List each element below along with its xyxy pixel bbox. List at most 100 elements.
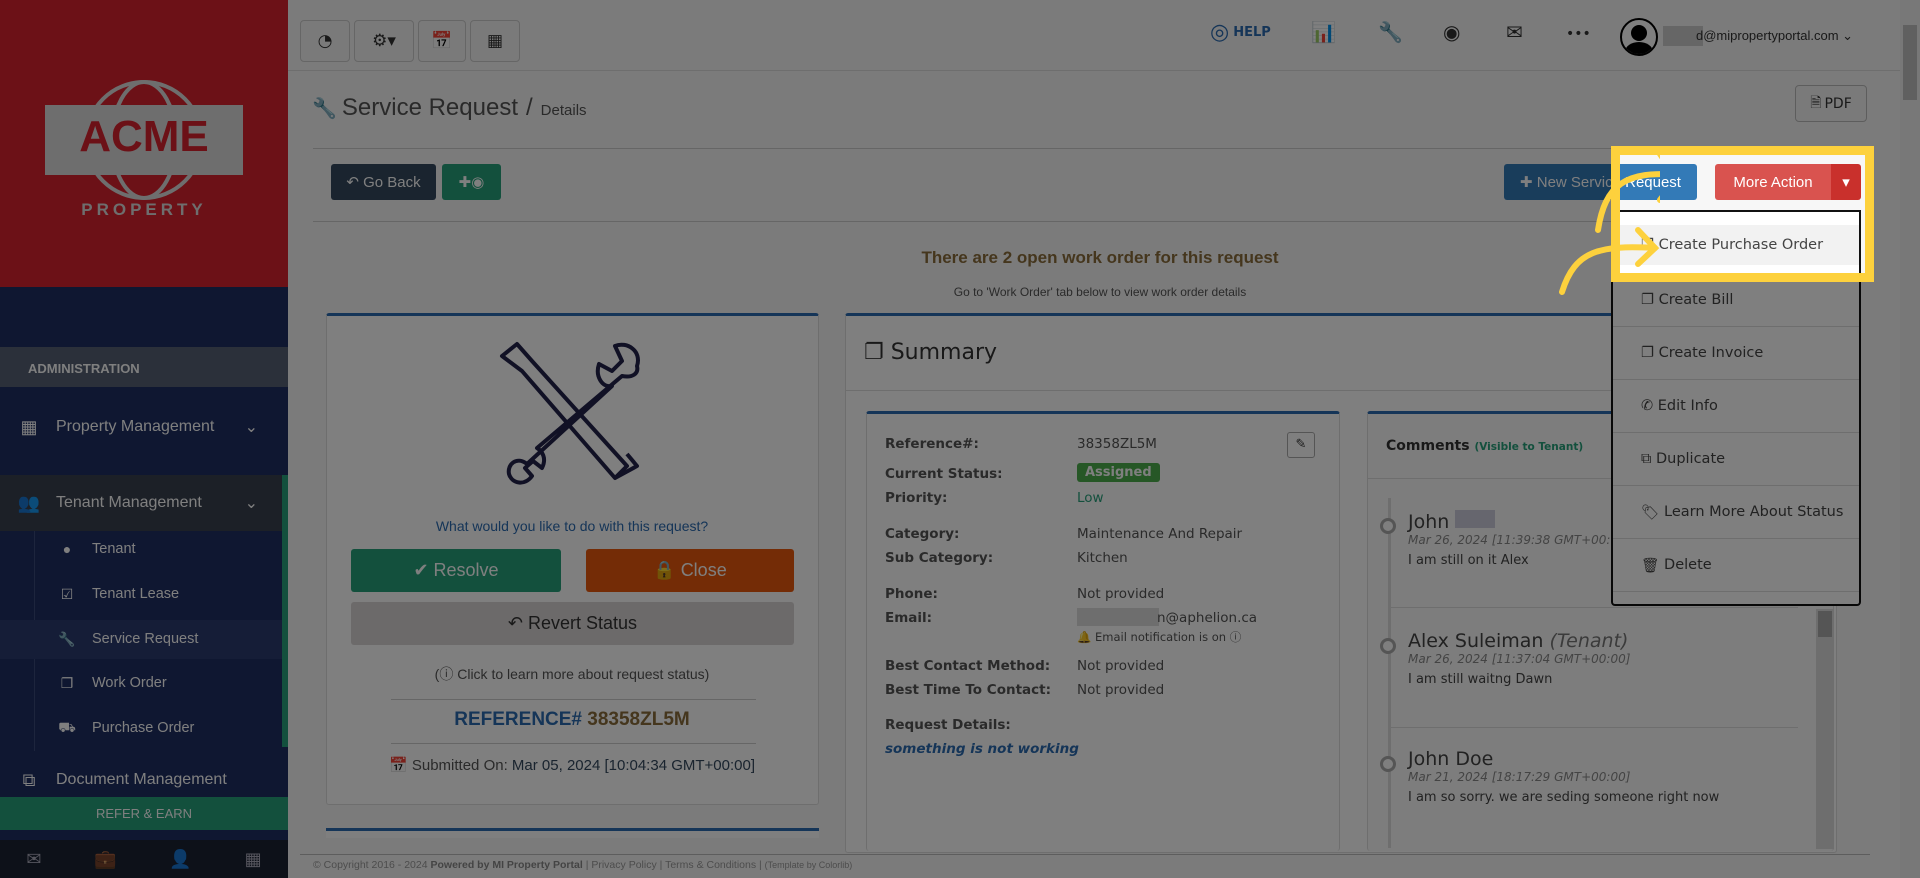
redacted-block <box>1455 510 1496 528</box>
menu-delete[interactable]: 🗑 Delete <box>1613 539 1859 592</box>
copyright: © Copyright 2016 - 2024 <box>313 859 428 871</box>
avatar[interactable] <box>1620 18 1658 56</box>
dashboard-button[interactable]: ◔ <box>300 20 350 62</box>
sidebar-item-tenant-management[interactable]: 👥 Tenant Management ⌄ <box>0 475 288 531</box>
comment-item: Alex Suleiman (Tenant) Mar 26, 2024 [11:… <box>1408 630 1630 687</box>
user-menu[interactable]: d@mipropertyportal.com ⌄ <box>1696 28 1853 44</box>
calculator-icon[interactable]: ▦ <box>245 849 262 870</box>
comment-role: (Tenant) <box>1549 630 1629 652</box>
request-details-value: something is not working <box>885 741 1079 757</box>
sidebar-item-service-request[interactable]: 🔧 Service Request <box>0 620 288 658</box>
next-panel <box>326 828 819 838</box>
add-watcher-button[interactable]: ✚◉ <box>442 164 501 200</box>
wrench-icon[interactable]: 🔧 <box>1378 20 1403 44</box>
sidebar-item-label: Property Management <box>56 418 215 435</box>
files-icon: ❐ <box>1641 345 1659 361</box>
field-value: Not provided <box>1077 658 1165 674</box>
email-note: Email notification is on <box>1094 630 1227 644</box>
calculator-button[interactable]: ▦ <box>470 20 520 62</box>
refer-earn-button[interactable]: REFER & EARN <box>0 797 288 830</box>
field-value: 38358ZL5M <box>1077 436 1157 452</box>
calendar-button[interactable]: 📅 <box>418 20 466 62</box>
sidebar-item-document-management[interactable]: ⧉ Document Management <box>0 762 288 798</box>
wrench-icon: 🔧 <box>312 98 337 120</box>
footer: © Copyright 2016 - 2024 Powered by MI Pr… <box>313 859 852 871</box>
files-icon: ❐ <box>1641 292 1659 308</box>
close-button[interactable]: 🔒 Close <box>586 549 794 592</box>
field-label: Best Time To Contact: <box>885 682 1051 698</box>
building-icon: ▦ <box>20 416 38 437</box>
comment-text: I am so sorry. we are seding someone rig… <box>1408 790 1720 805</box>
sidebar-item-property-management[interactable]: ▦ Property Management ⌄ <box>0 407 288 447</box>
user-icon[interactable]: 👤 <box>169 849 191 870</box>
bar-chart-icon[interactable]: 📊 <box>1311 20 1336 44</box>
summary-title-text: Summary <box>890 340 998 365</box>
menu-label: Edit Info <box>1657 398 1718 414</box>
info-icon: ⓘ <box>439 666 458 682</box>
info-icon[interactable]: ⓘ <box>1230 630 1242 644</box>
comment-date: Mar 21, 2024 [18:17:29 GMT+00:00] <box>1408 770 1631 784</box>
comment-date: Mar 26, 2024 [11:39:38 GMT+00:00] <box>1408 533 1631 547</box>
menu-create-invoice[interactable]: ❐ Create Invoice <box>1613 327 1859 380</box>
envelope-icon[interactable]: ✉ <box>26 849 41 870</box>
logo[interactable]: ACME PROPERTY <box>0 0 288 287</box>
resolve-button[interactable]: ✔ Resolve <box>351 549 561 592</box>
check-icon: ✔ <box>413 560 434 580</box>
menu-label: Delete <box>1664 557 1712 573</box>
comment-text: I am still on it Alex <box>1408 553 1529 568</box>
menu-learn-more-status[interactable]: 🏷 Learn More About Status <box>1613 486 1859 539</box>
revert-status-button[interactable]: ↶ Revert Status <box>351 602 794 645</box>
eye-icon[interactable]: ◉ <box>1443 20 1460 44</box>
sidebar-item-work-order[interactable]: ❐ Work Order <box>0 664 288 702</box>
phone-icon: ✆ <box>1641 398 1658 414</box>
more-action-button[interactable]: More Action <box>1715 164 1831 200</box>
sidebar-item-tenant-lease[interactable]: ☑ Tenant Lease <box>0 575 288 613</box>
briefcase-icon[interactable]: 💼 <box>94 849 116 870</box>
menu-label: Create Bill <box>1658 292 1734 308</box>
top-bar: ◔ ⚙▾ 📅 ▦ ◎ HELP 📊 🔧 ◉ ✉ ••• d@mipropertyp… <box>288 0 1900 71</box>
tag-icon: 🏷 <box>1641 504 1665 521</box>
field-label: Category: <box>885 526 960 542</box>
powered-by-link[interactable]: Powered by MI Property Portal <box>430 859 582 871</box>
pdf-label: PDF <box>1824 95 1852 112</box>
breadcrumb-separator: / <box>526 94 533 121</box>
menu-edit-info[interactable]: ✆ Edit Info <box>1613 380 1859 433</box>
sidebar-item-tenant[interactable]: ● Tenant <box>0 530 288 568</box>
menu-create-bill[interactable]: ❐ Create Bill <box>1613 274 1859 327</box>
trash-icon: 🗑 <box>1641 557 1665 574</box>
field-value: n@aphelion.ca <box>1157 610 1258 626</box>
menu-label: Create Purchase Order <box>1658 237 1824 253</box>
go-back-button[interactable]: ↶ Go Back <box>331 164 436 200</box>
help-label: HELP <box>1233 25 1271 40</box>
sidebar-item-purchase-order[interactable]: ⛟ Purchase Order <box>0 709 288 747</box>
notice-subtext: Go to 'Work Order' tab below to view wor… <box>953 285 1247 299</box>
sidebar-item-label: Tenant <box>92 541 136 557</box>
menu-create-purchase-order[interactable]: ❐ Create Purchase Order <box>1613 225 1859 265</box>
logo-sub: PROPERTY <box>81 200 207 219</box>
status-badge: Assigned <box>1077 463 1160 482</box>
reference-display: REFERENCE# 38358ZL5M <box>327 709 817 731</box>
edit-button[interactable]: ✎ <box>1287 432 1315 458</box>
scrollbar[interactable] <box>1900 0 1920 878</box>
footer-links[interactable]: | Privacy Policy | Terms & Conditions | <box>586 859 762 871</box>
comments-note: (Visible to Tenant) <box>1474 441 1584 453</box>
comment-text: I am still waitng Dawn <box>1408 672 1553 687</box>
more-icon[interactable]: ••• <box>1566 26 1591 42</box>
comment-author: Alex Suleiman <box>1408 630 1544 652</box>
new-service-request-button[interactable]: ✚ New Service Request <box>1504 164 1697 200</box>
go-back-label: Go Back <box>363 173 421 191</box>
pdf-button[interactable]: 🗎 PDF <box>1795 85 1867 122</box>
field-value: Maintenance And Repair <box>1077 526 1243 542</box>
comments-scrollbar[interactable] <box>1816 609 1834 849</box>
learn-status-link[interactable]: (ⓘ Click to learn more about request sta… <box>327 664 817 684</box>
menu-duplicate[interactable]: ⧉ Duplicate <box>1613 433 1859 486</box>
help-link[interactable]: ◎ HELP <box>1210 20 1271 45</box>
field-value: Not provided <box>1077 682 1165 698</box>
more-action-caret[interactable]: ▾ <box>1831 164 1861 200</box>
settings-button[interactable]: ⚙▾ <box>354 20 414 62</box>
open-work-order-notice: There are 2 open work order for this req… <box>921 248 1279 267</box>
field-value: Kitchen <box>1077 550 1128 566</box>
logo-brand: ACME <box>79 112 209 161</box>
users-icon: 👥 <box>17 492 41 513</box>
envelope-icon[interactable]: ✉ <box>1506 20 1523 44</box>
